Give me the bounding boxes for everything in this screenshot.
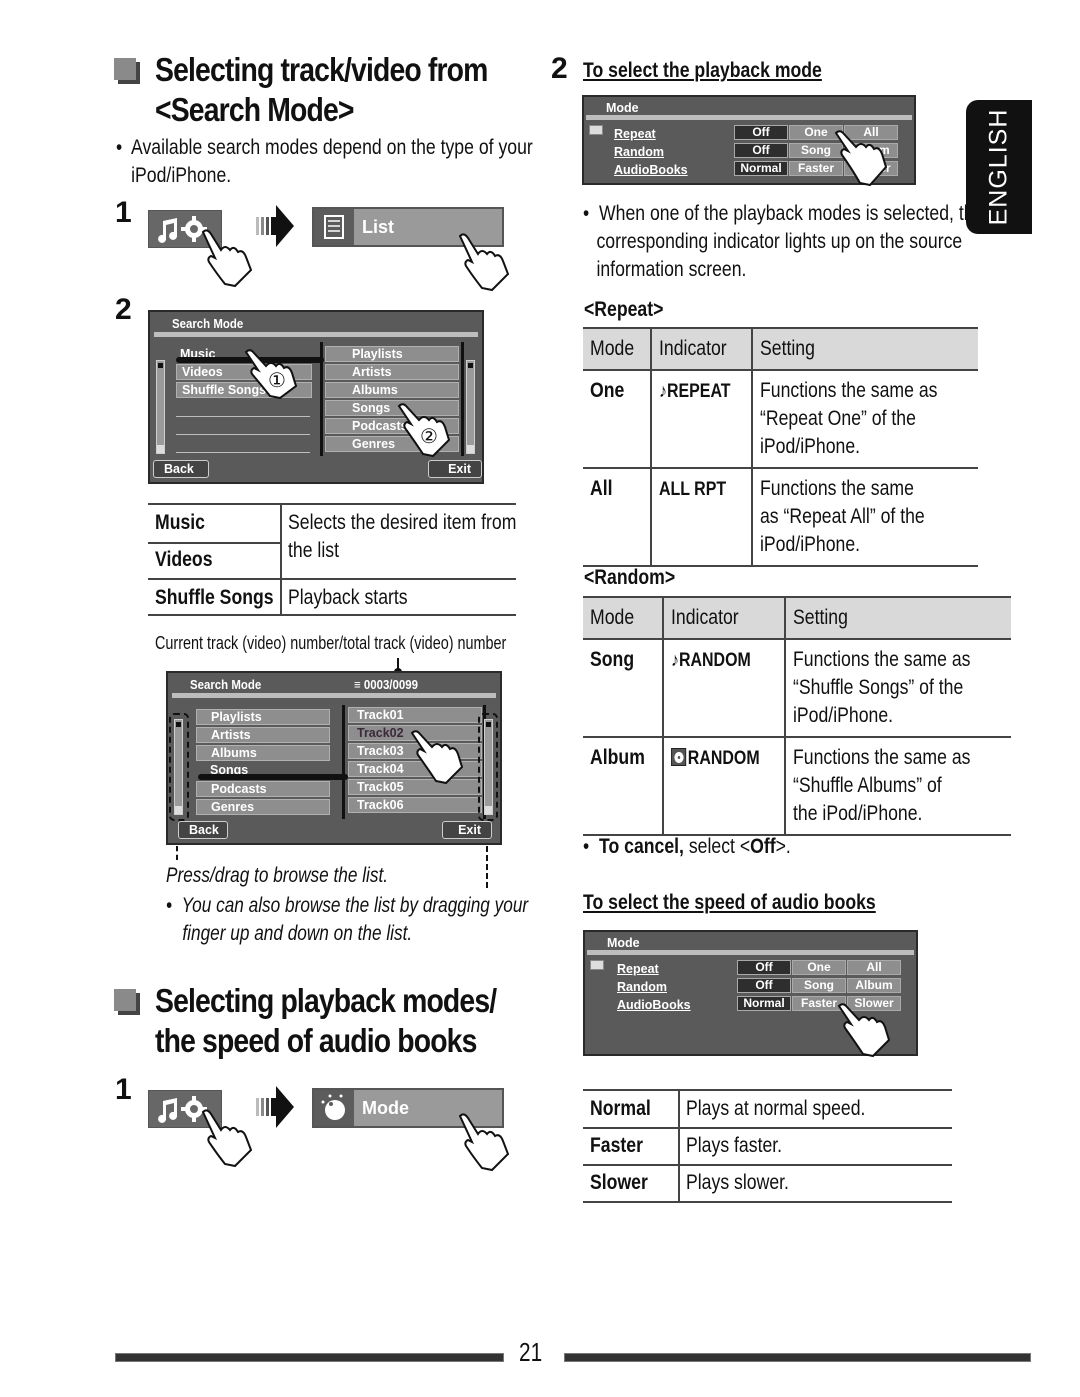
back-button[interactable]: Back <box>178 821 228 839</box>
scroll-up-icon[interactable] <box>589 125 603 135</box>
list-icon <box>324 215 344 239</box>
exit-button[interactable]: Exit <box>428 460 482 478</box>
hand-pointer-icon <box>410 730 464 785</box>
option-repeat-off[interactable]: Off <box>734 125 788 140</box>
section1-note: • Available search modes depend on the t… <box>116 136 533 187</box>
table-row: All ALL RPT Functions the same as “Repeat… <box>583 467 978 567</box>
option-random-off[interactable]: Off <box>737 978 791 993</box>
option-repeat-one[interactable]: One <box>792 960 846 975</box>
section1-heading: Selecting track/video from <Search Mode> <box>155 51 488 128</box>
footer-rule-left <box>115 1353 504 1362</box>
table-desc: the list <box>288 539 339 562</box>
scrollbar-left[interactable] <box>156 360 165 454</box>
track-item[interactable]: Track06 <box>348 797 482 813</box>
search-mode-table: Music Videos Shuffle Songs Selects the d… <box>148 503 516 616</box>
option-audiobooks-normal[interactable]: Normal <box>734 161 788 176</box>
track-counter: ≡ 0003/0099 <box>354 677 418 692</box>
random-table: Mode Indicator Setting Song ♪RANDOM Func… <box>583 596 1012 836</box>
knob-icon <box>321 1094 345 1120</box>
section-bullet <box>114 58 136 80</box>
option-random-album[interactable]: Album <box>847 978 901 993</box>
speed-term: Normal <box>590 1097 651 1120</box>
search-item-artists[interactable]: Artists <box>325 364 459 380</box>
speed-table: Normal Faster Slower Plays at normal spe… <box>583 1089 952 1203</box>
speed-term: Slower <box>590 1171 648 1194</box>
option-audiobooks-normal[interactable]: Normal <box>737 996 791 1011</box>
table-row: Album RANDOM Functions the same as “Shuff… <box>583 736 1012 836</box>
callout-1: ① <box>268 370 286 392</box>
language-tab: ENGLISH <box>966 100 1032 234</box>
hand-pointer-icon <box>201 1109 253 1168</box>
table-term: Music <box>155 511 205 534</box>
track-item[interactable]: Track01 <box>348 707 482 723</box>
browse-caption: Press/drag to browse the list. <box>166 864 389 887</box>
mode-screen: Mode Repeat Random AudioBooks Off One Al… <box>582 95 916 187</box>
back-button[interactable]: Back <box>153 460 209 478</box>
table-row: One ♪REPEAT Functions the same as “Repeat… <box>583 369 978 469</box>
disc-icon <box>671 748 687 766</box>
hand-pointer-icon <box>834 130 888 187</box>
note-icon: ♪ <box>658 381 667 402</box>
scroll-up-icon[interactable] <box>590 960 604 970</box>
hand-pointer-icon <box>458 233 510 292</box>
step-number: 1 <box>115 1073 132 1106</box>
table-desc: Playback starts <box>288 586 408 609</box>
table-term: Shuffle Songs <box>155 586 274 609</box>
table-desc: Selects the desired item from <box>288 511 517 534</box>
hand-pointer-icon <box>837 1003 891 1058</box>
speed-term: Faster <box>590 1134 643 1157</box>
random-heading: <Random> <box>584 566 676 589</box>
playback-mode-subheading: To select the playback mode <box>583 59 822 82</box>
page-number: 21 <box>519 1337 543 1367</box>
table-row: Song ♪RANDOM Functions the same as “Shuff… <box>583 638 1012 738</box>
next-arrow-icon <box>256 1086 294 1128</box>
callout-2: ② <box>420 426 438 448</box>
speed-desc: Plays at normal speed. <box>686 1097 866 1120</box>
option-random-off[interactable]: Off <box>734 143 788 158</box>
search-item-playlists[interactable]: Playlists <box>325 346 459 362</box>
search-mode-screen: Search Mode Music Videos Shuffle Songs P… <box>148 310 484 484</box>
search-item-artists[interactable]: Artists <box>196 727 330 743</box>
scrollbar-right[interactable] <box>466 360 475 454</box>
mode-label-repeat: Repeat <box>614 127 656 141</box>
browse-note: • You can also browse the list by draggi… <box>166 894 529 945</box>
option-repeat-all[interactable]: All <box>847 960 901 975</box>
search-mode-track-screen: Search Mode ≡ 0003/0099 Playlists Artist… <box>166 671 502 845</box>
mode-label-audiobooks: AudioBooks <box>614 163 688 177</box>
step-number: 1 <box>115 196 132 229</box>
table-term: Videos <box>155 548 213 571</box>
hand-pointer-icon <box>201 229 253 288</box>
exit-button[interactable]: Exit <box>442 821 492 839</box>
section-bullet <box>114 989 136 1011</box>
option-repeat-off[interactable]: Off <box>737 960 791 975</box>
speed-subheading: To select the speed of audio books <box>583 891 876 914</box>
search-item-albums[interactable]: Albums <box>325 382 459 398</box>
repeat-table: Mode Indicator Setting One ♪REPEAT Funct… <box>583 327 978 567</box>
speed-desc: Plays slower. <box>686 1171 789 1194</box>
option-random-song[interactable]: Song <box>792 978 846 993</box>
search-item-genres[interactable]: Genres <box>196 799 330 815</box>
search-item-albums[interactable]: Albums <box>196 745 330 761</box>
mode-label-random: Random <box>614 145 664 159</box>
mode-screen-audiobooks: Mode Repeat Random AudioBooks Off One Al… <box>583 930 918 1058</box>
cancel-note: • To cancel, select <Off>. <box>583 835 791 858</box>
counter-caption: Current track (video) number/total track… <box>155 633 507 653</box>
speed-desc: Plays faster. <box>686 1134 783 1157</box>
step-number: 2 <box>115 293 132 326</box>
hand-pointer-icon <box>458 1113 510 1172</box>
search-item-podcasts[interactable]: Podcasts <box>196 781 330 797</box>
step-number: 2 <box>551 52 568 85</box>
search-item-playlists[interactable]: Playlists <box>196 709 330 725</box>
section2-heading: Selecting playback modes/ the speed of a… <box>155 982 497 1059</box>
footer-rule-right <box>564 1353 1031 1362</box>
next-arrow-icon <box>256 205 294 247</box>
indicator-note: • When one of the playback modes is sele… <box>583 202 984 281</box>
repeat-heading: <Repeat> <box>584 298 664 321</box>
